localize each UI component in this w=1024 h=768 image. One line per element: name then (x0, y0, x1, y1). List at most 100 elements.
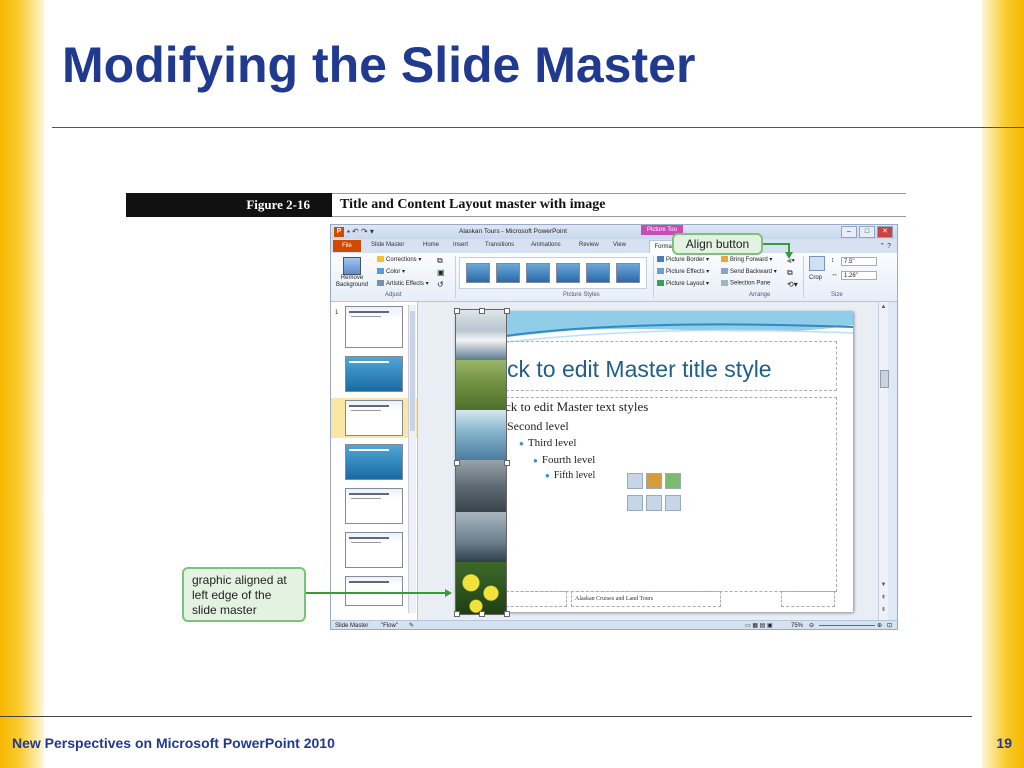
tab-insert[interactable]: Insert (453, 242, 468, 248)
group-icon[interactable]: ⧉ (787, 268, 793, 278)
selection-handle[interactable] (504, 460, 510, 466)
bring-forward-button[interactable]: Bring Forward ▾ (721, 256, 772, 263)
selection-handle[interactable] (454, 308, 460, 314)
selection-handle[interactable] (479, 308, 485, 314)
figure-caption: Title and Content Layout master with ima… (332, 193, 906, 217)
picture-layout-button[interactable]: Picture Layout ▾ (657, 280, 709, 287)
picture-style-thumb[interactable] (616, 263, 640, 283)
selection-handle[interactable] (504, 308, 510, 314)
selection-pane-button[interactable]: Selection Pane (721, 280, 770, 287)
insert-table-icon[interactable] (627, 473, 643, 489)
ribbon-separator (455, 256, 456, 298)
slide-master-canvas[interactable]: ck to edit Master title style ck to edit… (455, 311, 853, 612)
selection-handle[interactable] (479, 611, 485, 617)
picture-style-thumb[interactable] (466, 263, 490, 283)
thumbnail-number: 1 (335, 310, 339, 316)
slide-scrollbar[interactable]: ▲ ▼ ⇞ ⇟ (878, 302, 889, 620)
crop-icon[interactable] (809, 256, 825, 271)
selection-handle[interactable] (454, 611, 460, 617)
insert-chart-icon[interactable] (646, 473, 662, 489)
layout-thumbnail[interactable] (345, 356, 403, 392)
corrections-button[interactable]: Corrections ▾ (377, 256, 421, 263)
photo-strip-graphic[interactable] (455, 309, 507, 615)
picture-style-thumb[interactable] (586, 263, 610, 283)
remove-background-icon[interactable] (343, 257, 361, 275)
width-field[interactable]: 1.26" (841, 271, 877, 280)
picture-effects-button[interactable]: Picture Effects ▾ (657, 268, 709, 275)
selection-handle[interactable] (504, 611, 510, 617)
bullet-icon: ● (519, 438, 524, 448)
height-field[interactable]: 7.5" (841, 257, 877, 266)
selection-handle[interactable] (454, 460, 460, 466)
tab-slide-master[interactable]: Slide Master (371, 242, 404, 248)
slide-thumbnail-pane: 1 (331, 302, 418, 620)
picture-styles-gallery[interactable] (459, 257, 647, 289)
fit-to-window-icon[interactable]: ⊡ (887, 621, 892, 629)
send-backward-button[interactable]: Send Backward ▾ (721, 268, 777, 275)
tab-animations[interactable]: Animations (531, 242, 561, 248)
reset-picture-icon[interactable]: ↺ (437, 280, 444, 289)
spell-check-icon[interactable]: ✎ (409, 621, 414, 629)
picture-style-thumb[interactable] (526, 263, 550, 283)
zoom-out-icon[interactable]: ⊖ (809, 621, 814, 629)
bring-forward-icon (721, 256, 728, 263)
minimize-icon[interactable]: – (841, 226, 857, 238)
ribbon-tabs: File Slide Master Home Insert Transition… (331, 239, 897, 253)
callout-arrow (763, 243, 789, 245)
zoom-level[interactable]: 75% (791, 621, 803, 629)
content-insert-icons (627, 473, 683, 511)
powerpoint-icon[interactable]: P (334, 227, 344, 237)
insert-picture-icon[interactable] (627, 494, 643, 511)
rotate-icon[interactable]: ⟲▾ (787, 280, 798, 289)
remove-background-button[interactable]: Remove Background (333, 275, 371, 289)
layout-thumbnail[interactable] (345, 488, 403, 524)
powerpoint-window: P ▪ ↶ ↷ ▾ Alaskan Tours - Microsoft Powe… (330, 224, 898, 630)
master-thumbnail[interactable] (345, 306, 403, 348)
scroll-thumb[interactable] (880, 370, 889, 388)
zoom-in-icon[interactable]: ⊕ (877, 621, 882, 629)
tab-view[interactable]: View (613, 242, 626, 248)
previous-slide-icon[interactable]: ⇞ (879, 594, 888, 601)
insert-clipart-icon[interactable] (646, 494, 662, 511)
tab-review[interactable]: Review (579, 242, 599, 248)
slide-number-placeholder[interactable] (781, 591, 835, 607)
master-title-text: ck to edit Master title style (507, 356, 772, 382)
picture-effects-icon (657, 268, 664, 275)
scroll-up-icon[interactable]: ▲ (879, 304, 888, 310)
artistic-effects-button[interactable]: Artistic Effects ▾ (377, 280, 429, 287)
maximize-icon[interactable]: □ (859, 226, 875, 238)
color-button[interactable]: Color ▾ (377, 268, 405, 275)
insert-media-icon[interactable] (665, 494, 681, 511)
scroll-down-icon[interactable]: ▼ (879, 582, 888, 588)
picture-style-thumb[interactable] (496, 263, 520, 283)
text-level-2: Second level (507, 419, 569, 433)
caribou-photo (456, 360, 506, 410)
insert-smartart-icon[interactable] (665, 473, 681, 489)
compress-pictures-icon[interactable]: ⧉ (437, 256, 443, 266)
adjust-group-label: Adjust (385, 292, 402, 298)
zoom-slider[interactable] (819, 625, 875, 626)
date-placeholder[interactable] (501, 591, 567, 607)
tab-home[interactable]: Home (423, 242, 439, 248)
footer-placeholder[interactable]: Alaskan Cruises and Land Tours (571, 591, 721, 607)
cruise-ship-photo (456, 310, 506, 360)
layout-thumbnail[interactable] (345, 532, 403, 568)
picture-style-thumb[interactable] (556, 263, 580, 283)
layout-thumbnail[interactable] (345, 576, 403, 606)
close-icon[interactable]: ✕ (877, 226, 893, 238)
tab-file[interactable]: File (333, 240, 361, 252)
thumbnail-scrollbar[interactable] (408, 305, 416, 613)
status-view: Slide Master (335, 623, 369, 629)
layout-thumbnail-selected[interactable] (345, 400, 403, 436)
picture-border-button[interactable]: Picture Border ▾ (657, 256, 709, 263)
quick-access-toolbar[interactable]: ▪ ↶ ↷ ▾ (347, 227, 374, 236)
view-buttons[interactable]: ▭ ▦ ▤ ▣ (745, 621, 773, 629)
tab-transitions[interactable]: Transitions (485, 242, 514, 248)
arrange-group-label: Arrange (749, 292, 771, 298)
layout-thumbnail[interactable] (345, 444, 403, 480)
change-picture-icon[interactable]: ▣ (437, 268, 445, 277)
selection-pane-icon (721, 280, 728, 286)
help-icon[interactable]: ⌃ ? (879, 242, 891, 250)
next-slide-icon[interactable]: ⇟ (879, 606, 888, 613)
crop-button[interactable]: Crop (809, 275, 822, 281)
